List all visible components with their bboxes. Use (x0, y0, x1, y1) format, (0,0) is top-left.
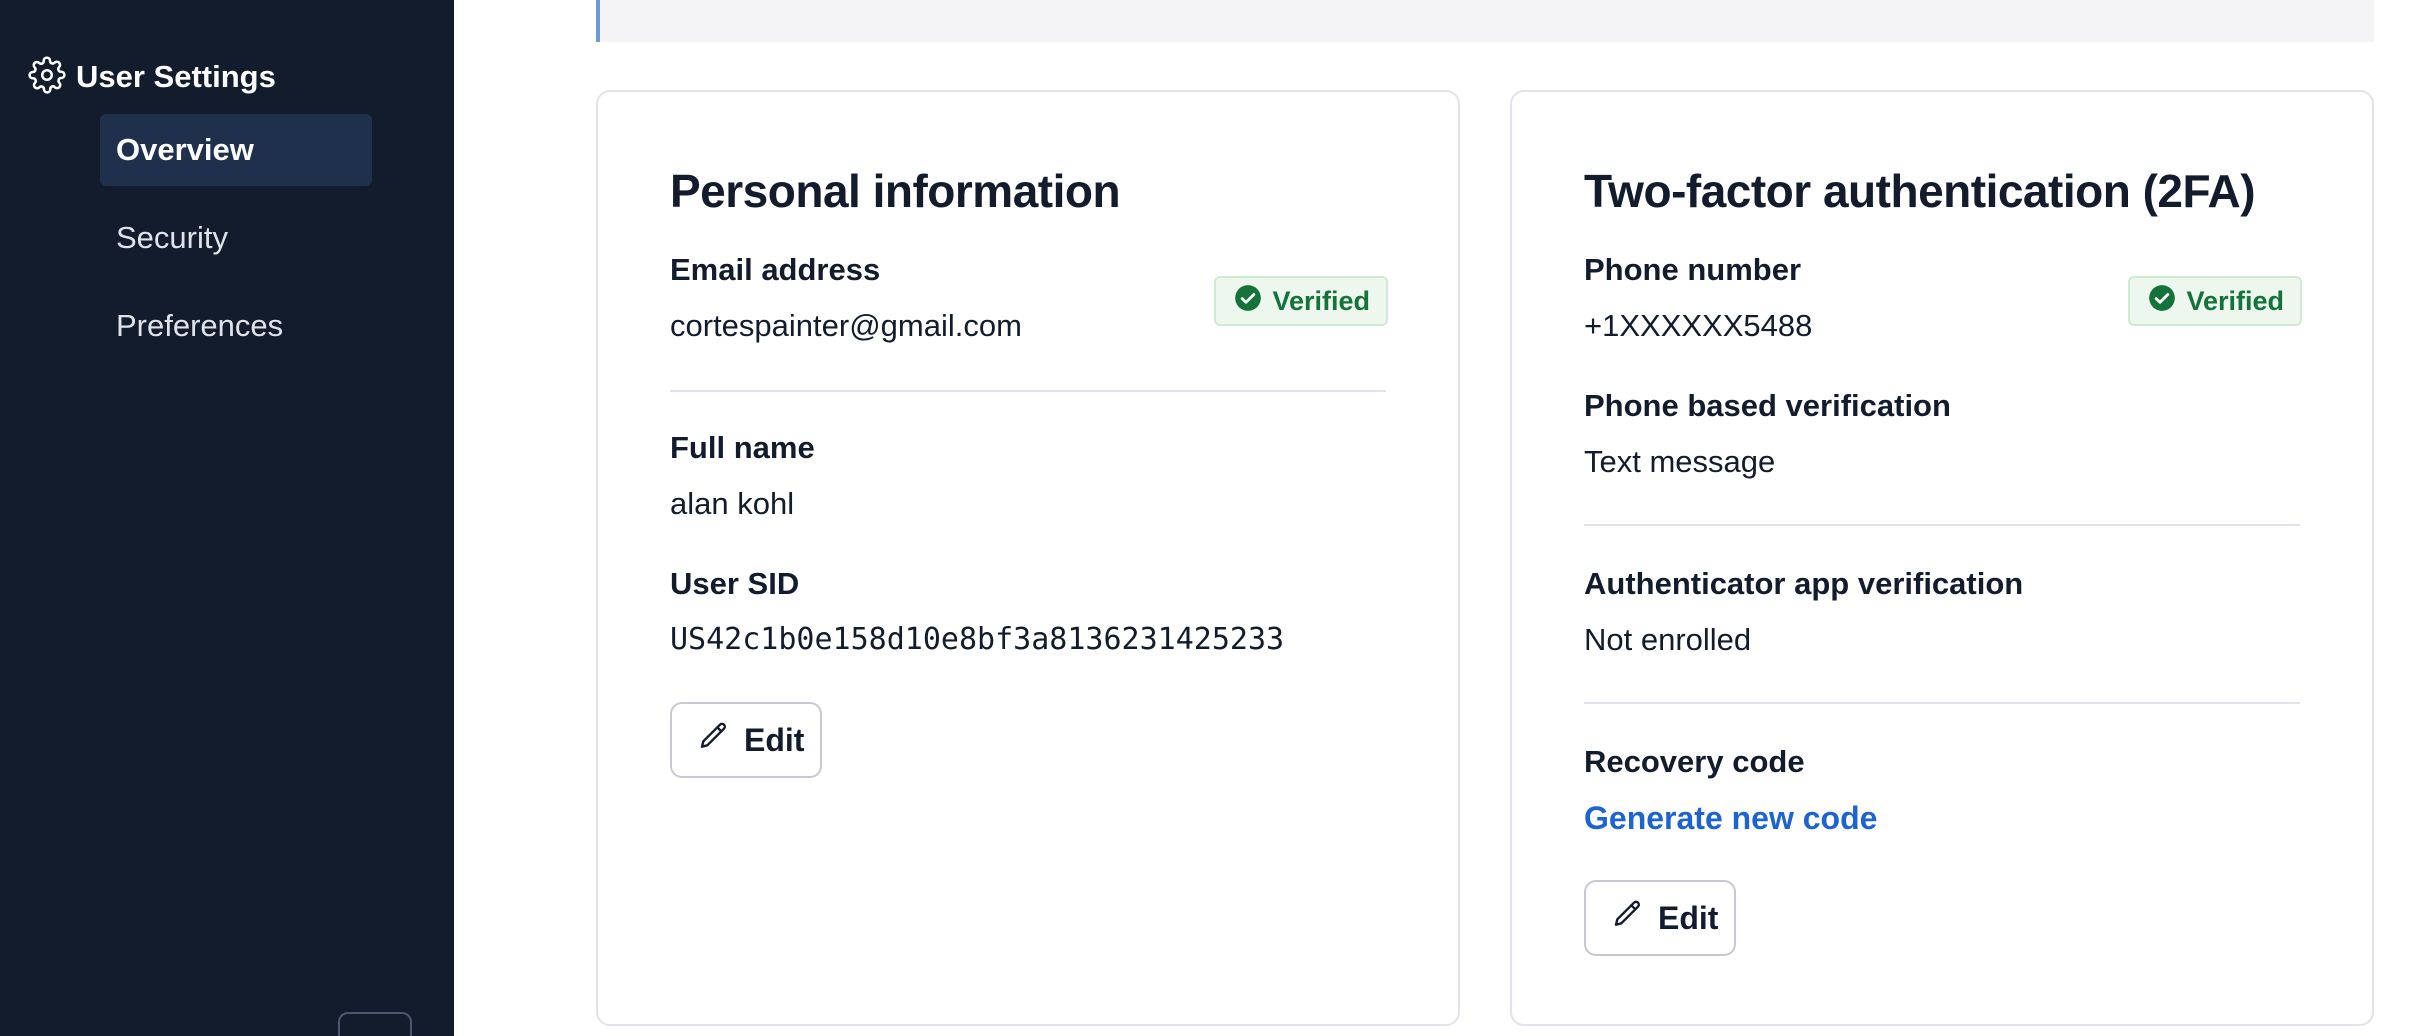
card-title: Two-factor authentication (2FA) (1584, 165, 2256, 217)
recovery-code-label: Recovery code (1584, 744, 1805, 779)
divider (1584, 524, 2300, 526)
sidebar-header: User Settings (28, 55, 276, 99)
edit-2fa-button[interactable]: Edit (1584, 880, 1736, 956)
badge-label: Verified (1272, 285, 1370, 316)
divider (1584, 702, 2300, 704)
edit-label: Edit (1658, 899, 1719, 936)
phone-verified-badge: Verified (2128, 276, 2302, 326)
card-title: Personal information (670, 165, 1121, 217)
user-sid-value: US42c1b0e158d10e8bf3a8136231425233 (670, 622, 1285, 657)
gear-icon (28, 55, 66, 99)
email-value: cortespainter@gmail.com (670, 308, 1022, 343)
full-name-value: alan kohl (670, 486, 795, 521)
email-label: Email address (670, 252, 881, 287)
edit-personal-button[interactable]: Edit (670, 702, 822, 778)
phone-verification-label: Phone based verification (1584, 388, 1951, 423)
sidebar: User Settings Overview Security Preferen… (0, 0, 454, 1036)
authenticator-app-value: Not enrolled (1584, 622, 1752, 657)
pencil-icon (698, 720, 744, 760)
sidebar-item-label: Preferences (116, 308, 284, 343)
top-banner (596, 0, 2374, 42)
app-root: User Settings Overview Security Preferen… (0, 0, 2414, 1036)
divider (670, 390, 1386, 392)
email-verified-badge: Verified (1214, 276, 1388, 326)
two-factor-auth-card: Two-factor authentication (2FA) Phone nu… (1510, 90, 2374, 1026)
check-circle-icon (2148, 284, 2186, 319)
badge-label: Verified (2186, 285, 2284, 316)
sidebar-item-security[interactable]: Security (100, 202, 372, 274)
user-sid-label: User SID (670, 566, 800, 601)
phone-number-label: Phone number (1584, 252, 1802, 287)
sidebar-item-preferences[interactable]: Preferences (100, 290, 372, 362)
sidebar-collapse-button[interactable] (338, 1012, 412, 1036)
sidebar-title: User Settings (76, 59, 276, 94)
phone-number-value: +1XXXXXX5488 (1584, 308, 1813, 343)
edit-label: Edit (744, 721, 805, 758)
phone-verification-value: Text message (1584, 444, 1776, 479)
generate-new-code-link[interactable]: Generate new code (1584, 800, 1877, 837)
sidebar-item-overview[interactable]: Overview (100, 114, 372, 186)
check-circle-icon (1234, 284, 1272, 319)
pencil-icon (1612, 898, 1658, 938)
sidebar-item-label: Overview (116, 132, 254, 167)
full-name-label: Full name (670, 430, 815, 465)
personal-information-card: Personal information Email address corte… (596, 90, 1460, 1026)
sidebar-item-label: Security (116, 220, 228, 255)
authenticator-app-label: Authenticator app verification (1584, 566, 2024, 601)
